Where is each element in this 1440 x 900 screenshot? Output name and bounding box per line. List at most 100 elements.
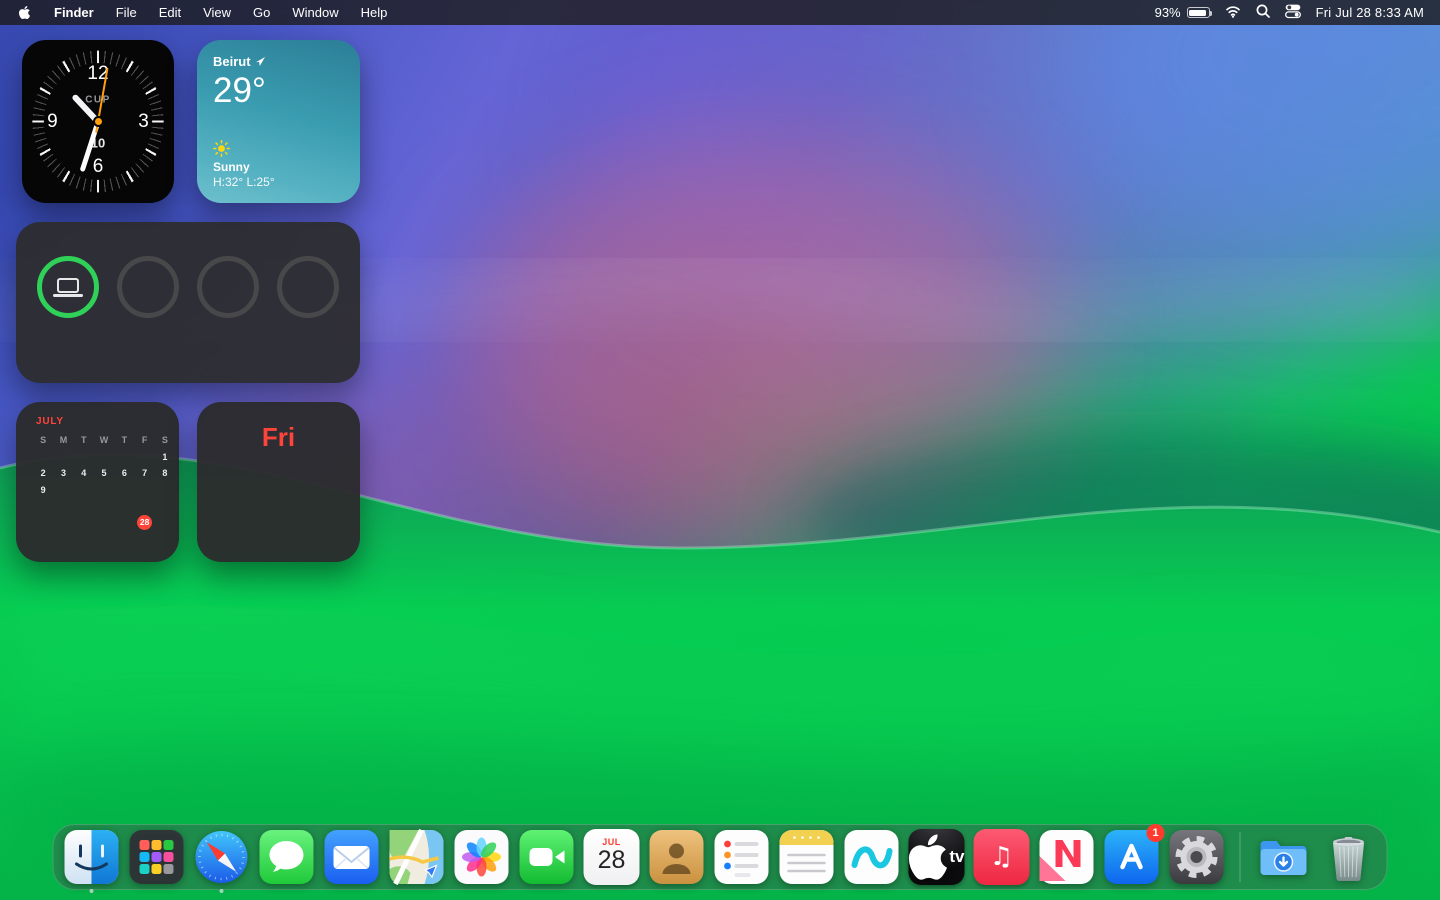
- clock-number-6: 6: [92, 156, 104, 178]
- music-note-icon: ♫: [989, 842, 1014, 872]
- menu-item-go[interactable]: Go: [242, 0, 281, 25]
- clock-widget[interactable]: 12 3 6 9 CUP 10: [22, 40, 174, 203]
- dock-app-facetime[interactable]: [519, 829, 575, 885]
- calendar-date: [114, 482, 134, 499]
- dock-app-photos[interactable]: [454, 829, 510, 885]
- appletv-label: tv: [949, 847, 965, 866]
- dock-app-safari[interactable]: [194, 829, 250, 893]
- calendar-date: [94, 449, 114, 466]
- calendar-date: [94, 482, 114, 499]
- calendar-date: [74, 482, 94, 499]
- battery-percent-label: 93%: [1154, 5, 1181, 20]
- dock-app-notes[interactable]: [779, 829, 835, 885]
- dock-app-freeform[interactable]: [844, 829, 900, 885]
- calendar-date: [114, 498, 134, 515]
- calendar-date: 8: [162, 468, 168, 478]
- calendar-date: [74, 498, 94, 515]
- dock-app-calendar[interactable]: JUL 28: [583, 829, 640, 885]
- weather-high-low: H:32° L:25°: [213, 175, 275, 189]
- menu-item-help[interactable]: Help: [350, 0, 399, 25]
- menu-item-edit[interactable]: Edit: [148, 0, 192, 25]
- battery-ring-laptop: [37, 256, 99, 318]
- dock-app-launchpad[interactable]: [129, 829, 185, 885]
- dock-app-finder[interactable]: [64, 829, 120, 893]
- calendar-day-widget[interactable]: Fri: [197, 402, 360, 562]
- dock-app-news[interactable]: [1039, 829, 1095, 885]
- calendar-day-header: T: [121, 435, 128, 445]
- calendar-date: [155, 482, 175, 499]
- control-center-icon[interactable]: [1284, 3, 1301, 22]
- wifi-icon[interactable]: [1225, 5, 1241, 21]
- calendar-day-header: S: [161, 435, 168, 445]
- dock-folder-downloads[interactable]: [1256, 829, 1312, 885]
- calendar-date: [155, 498, 175, 515]
- calendar-date: [53, 498, 73, 515]
- laptop-icon: [53, 277, 83, 297]
- calendar-date: [114, 515, 134, 532]
- calendar-day-header: F: [141, 435, 148, 445]
- calendar-date: [33, 449, 53, 466]
- menu-bar-clock[interactable]: Fri Jul 28 8:33 AM: [1316, 5, 1424, 20]
- spotlight-search-icon[interactable]: [1256, 4, 1270, 21]
- dock: JUL 28 tv ♫ 1: [52, 824, 1388, 893]
- calendar-date: [134, 449, 154, 466]
- calendar-date: [94, 498, 114, 515]
- calendar-month-widget[interactable]: JULY S M T W T F S 1 2 3 4 5 6 7 8 9 28: [16, 402, 179, 562]
- calendar-icon-day: 28: [597, 846, 626, 874]
- calendar-date: 3: [60, 468, 66, 478]
- clock-number-9: 9: [47, 110, 58, 132]
- dock-app-mail[interactable]: [324, 829, 380, 885]
- clock-number-3: 3: [138, 110, 149, 132]
- dock-app-maps[interactable]: [389, 829, 445, 885]
- weather-widget[interactable]: Beirut 29° Sunny H:32° L:25°: [197, 40, 360, 203]
- calendar-day-header: W: [99, 435, 109, 445]
- location-arrow-icon: [255, 57, 265, 66]
- calendar-date: [74, 515, 94, 532]
- dock-app-appletv[interactable]: tv: [908, 829, 965, 885]
- battery-ring-empty: [277, 256, 339, 318]
- calendar-day-header: T: [80, 435, 87, 445]
- menu-status-area: 93% Fri Jul 28 8:33 AM: [1155, 3, 1424, 22]
- calendar-date: 4: [81, 468, 87, 478]
- calendar-date: [53, 482, 73, 499]
- calendar-date: [53, 449, 73, 466]
- weather-location-label: Beirut: [213, 54, 251, 69]
- calendar-date: 9: [40, 484, 46, 495]
- weather-temperature: 29°: [213, 71, 266, 110]
- battery-widget[interactable]: [16, 222, 360, 383]
- calendar-date: [53, 515, 73, 532]
- dock-app-reminders[interactable]: [714, 829, 770, 885]
- calendar-grid: S M T W T F S 1 2 3 4 5 6 7 8 9 28: [33, 432, 179, 531]
- dock-app-music[interactable]: ♫: [973, 829, 1030, 885]
- battery-status[interactable]: 93%: [1154, 5, 1213, 20]
- dock-app-contacts[interactable]: [649, 829, 705, 885]
- calendar-date: 5: [101, 468, 107, 478]
- calendar-date: 2: [40, 468, 46, 478]
- calendar-date: [114, 449, 134, 466]
- dock-app-appstore[interactable]: 1: [1104, 824, 1165, 885]
- dock-app-messages[interactable]: [259, 829, 315, 885]
- dock-trash[interactable]: [1321, 829, 1377, 885]
- sun-icon: [213, 140, 230, 157]
- calendar-date: 1: [162, 451, 168, 462]
- calendar-date: [33, 515, 53, 532]
- calendar-date: [74, 449, 94, 466]
- menu-left: Finder File Edit View Go Window Help: [16, 0, 398, 25]
- calendar-weekday-label: Fri: [261, 422, 296, 452]
- calendar-date: [155, 515, 175, 532]
- dock-separator: [1239, 832, 1241, 882]
- battery-icon: [1186, 7, 1213, 18]
- weather-condition: Sunny: [213, 160, 250, 174]
- menu-item-window[interactable]: Window: [281, 0, 349, 25]
- apple-menu-icon[interactable]: [16, 5, 43, 20]
- calendar-date: [134, 482, 154, 499]
- clock-city-label: CUP: [85, 94, 111, 106]
- calendar-date: [94, 515, 114, 532]
- calendar-month-label: JULY: [36, 416, 64, 427]
- menu-item-app[interactable]: Finder: [43, 0, 105, 25]
- menu-item-view[interactable]: View: [192, 0, 242, 25]
- dock-app-settings[interactable]: [1169, 829, 1225, 885]
- calendar-date: [33, 498, 53, 515]
- menu-bar: Finder File Edit View Go Window Help 93%…: [0, 0, 1440, 25]
- menu-item-file[interactable]: File: [105, 0, 148, 25]
